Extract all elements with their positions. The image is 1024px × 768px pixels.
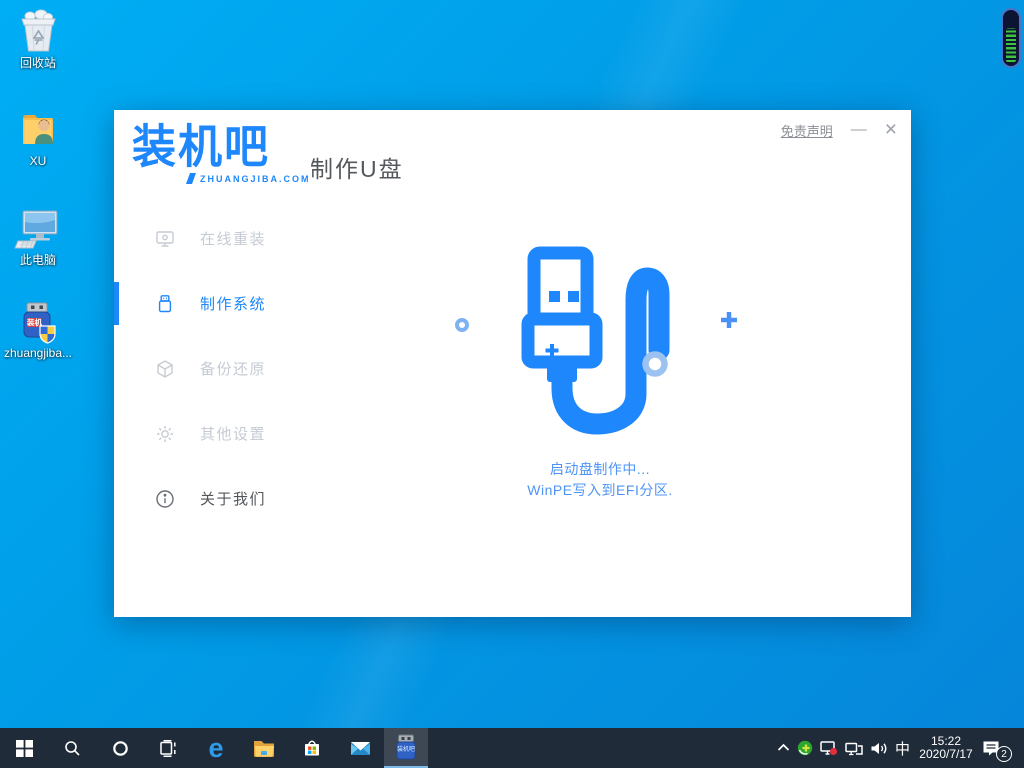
sidebar-item-about-us[interactable]: 关于我们 xyxy=(114,466,374,531)
app-logo: 装机吧 ZHUANGJIBA.COM xyxy=(132,124,311,184)
desktop-icon-user-folder[interactable]: XU xyxy=(2,108,74,168)
sidebar-item-make-system[interactable]: 制作系统 xyxy=(114,271,374,336)
minimize-button[interactable]: — xyxy=(851,120,867,140)
desktop-icon-label: XU xyxy=(2,154,74,168)
taskbar-app-zhuangjiba[interactable]: 装机吧 xyxy=(384,728,428,768)
mail-button[interactable] xyxy=(336,728,384,768)
desktop-icon-recycle-bin[interactable]: 回收站 xyxy=(2,8,74,70)
search-icon xyxy=(64,740,81,757)
usb-drive-icon xyxy=(155,294,175,314)
file-explorer-icon xyxy=(253,739,275,757)
speaker-icon xyxy=(870,741,888,756)
backup-box-icon xyxy=(155,359,175,379)
usb-contact-right xyxy=(568,291,579,302)
gear-icon xyxy=(155,424,175,444)
microsoft-store-button[interactable] xyxy=(288,728,336,768)
desktop-icon-zhuangjiba-app[interactable]: 装机 zhuangjiba... xyxy=(2,300,74,360)
cortana-ring-icon xyxy=(112,740,129,757)
tray-display-notification[interactable] xyxy=(820,740,838,756)
desktop-icon-label: 回收站 xyxy=(2,56,74,70)
edge-browser-button[interactable]: e xyxy=(192,728,240,768)
recycle-bin-icon xyxy=(15,8,61,54)
page-title: 制作U盘 xyxy=(310,150,404,184)
volume-osd-indicator xyxy=(1001,8,1021,68)
task-view-icon xyxy=(159,740,177,757)
ethernet-network-icon xyxy=(845,741,863,756)
edge-icon: e xyxy=(208,735,223,762)
zhuangjiba-taskbar-icon-label: 装机吧 xyxy=(394,747,418,754)
antivirus-shield-icon xyxy=(797,740,813,756)
desktop-icon-this-pc[interactable]: 此电脑 xyxy=(2,205,74,267)
sidebar-item-backup-restore[interactable]: 备份还原 xyxy=(114,336,374,401)
windows-logo-icon xyxy=(16,740,33,757)
sidebar-item-online-reinstall[interactable]: 在线重装 xyxy=(114,206,374,271)
display-icon xyxy=(820,740,838,756)
tray-date: 2020/7/17 xyxy=(919,747,972,761)
chevron-up-icon xyxy=(777,742,790,754)
app-logo-subtext: ZHUANGJIBA.COM xyxy=(132,173,311,184)
cable-end-ring xyxy=(646,355,665,374)
info-icon xyxy=(155,489,175,509)
system-tray: 中 15:22 2020/7/17 2 xyxy=(777,728,1024,768)
sidebar-item-label: 制作系统 xyxy=(200,293,266,314)
zhuangjiba-taskbar-icon: 装机吧 xyxy=(394,734,418,760)
zhuangjiba-usb-icon: 装机 xyxy=(15,300,61,344)
decor-donut-left xyxy=(457,320,467,330)
tray-input-indicator[interactable]: 中 xyxy=(895,738,910,759)
user-folder-icon xyxy=(15,108,61,152)
tray-chevron-up[interactable] xyxy=(777,742,790,754)
tray-antivirus[interactable] xyxy=(797,740,813,756)
volume-osd-level xyxy=(1006,28,1016,62)
task-view-button[interactable] xyxy=(144,728,192,768)
close-button[interactable]: × xyxy=(885,120,897,140)
taskbar: e xyxy=(0,728,1024,768)
taskbar-search-button[interactable] xyxy=(48,728,96,768)
monitor-reinstall-icon xyxy=(155,229,175,249)
logo-triangle-mark xyxy=(186,173,196,184)
sidebar: 在线重装 制作系统 备份还原 xyxy=(114,206,374,531)
mail-icon xyxy=(350,740,371,757)
sidebar-item-other-settings[interactable]: 其他设置 xyxy=(114,401,374,466)
store-icon xyxy=(302,738,322,758)
cortana-button[interactable] xyxy=(96,728,144,768)
app-logo-domain: ZHUANGJIBA.COM xyxy=(200,174,311,184)
app-logo-text: 装机吧 xyxy=(132,123,311,173)
sidebar-item-label: 备份还原 xyxy=(200,358,266,379)
usb-contact-left xyxy=(549,291,560,302)
desktop-icon-label: zhuangjiba... xyxy=(2,346,74,360)
status-line-1: 启动盘制作中... xyxy=(440,459,760,480)
status-line-2: WinPE写入到EFI分区. xyxy=(440,480,760,501)
start-button[interactable] xyxy=(0,728,48,768)
tray-clock[interactable]: 15:22 2020/7/17 xyxy=(917,735,975,761)
notification-count-badge: 2 xyxy=(996,746,1012,762)
desktop-icon-label: 此电脑 xyxy=(2,253,74,267)
usb-creation-illustration xyxy=(440,238,760,448)
decor-plus-right xyxy=(721,312,737,328)
file-explorer-button[interactable] xyxy=(240,728,288,768)
sidebar-item-label: 在线重装 xyxy=(200,228,266,249)
window-controls: 免责声明 — × xyxy=(781,120,897,140)
zhuangjiba-app-window: 装机吧 ZHUANGJIBA.COM 制作U盘 免责声明 — × 在线重装 xyxy=(114,110,911,617)
tray-time: 15:22 xyxy=(931,734,961,748)
tray-network[interactable] xyxy=(845,741,863,756)
tray-volume[interactable] xyxy=(870,741,888,756)
status-message: 启动盘制作中... WinPE写入到EFI分区. xyxy=(440,459,760,501)
sidebar-item-label: 其他设置 xyxy=(200,423,266,444)
usb-body xyxy=(528,319,596,362)
disclaimer-link[interactable]: 免责声明 xyxy=(781,121,833,140)
this-pc-icon xyxy=(14,205,62,251)
action-center-button[interactable]: 2 xyxy=(982,740,1010,756)
sidebar-item-label: 关于我们 xyxy=(200,488,266,509)
